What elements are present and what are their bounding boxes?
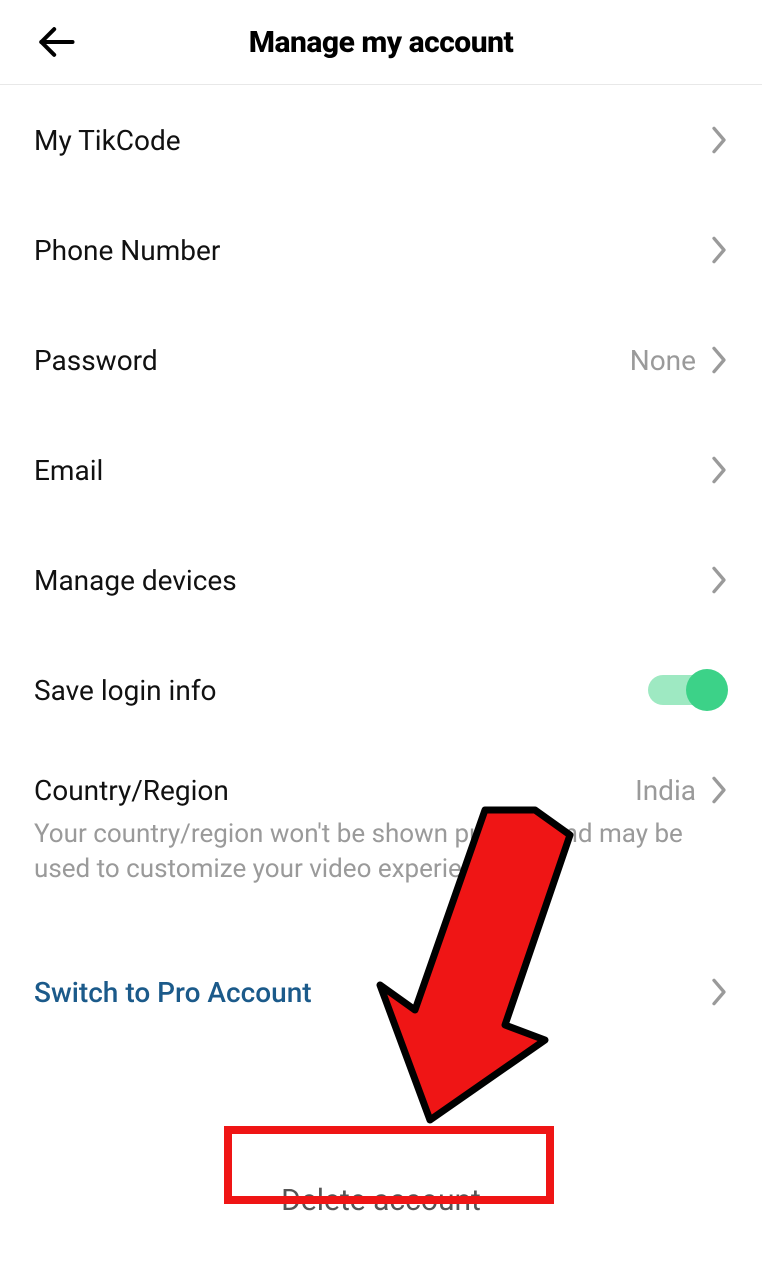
chevron-right-icon — [710, 775, 728, 805]
row-delete-account: Delete account — [34, 1167, 728, 1234]
country-subtext: Your country/region won't be shown publi… — [34, 817, 728, 897]
row-label: Phone Number — [34, 234, 220, 267]
chevron-right-icon — [710, 345, 728, 375]
row-value: None — [630, 344, 696, 377]
row-tikcode[interactable]: My TikCode — [34, 85, 728, 195]
row-password[interactable]: Password None — [34, 305, 728, 415]
toggle-thumb — [686, 669, 728, 711]
row-label: Manage devices — [34, 564, 237, 597]
row-value: India — [635, 774, 696, 807]
row-email[interactable]: Email — [34, 415, 728, 525]
chevron-right-icon — [710, 125, 728, 155]
row-label: Password — [34, 344, 158, 377]
page-title: Manage my account — [0, 25, 762, 60]
row-manage-devices[interactable]: Manage devices — [34, 525, 728, 635]
arrow-left-icon — [34, 20, 78, 64]
header: Manage my account — [0, 0, 762, 85]
row-phone-number[interactable]: Phone Number — [34, 195, 728, 305]
row-label: Country/Region — [34, 774, 229, 807]
settings-list: My TikCode Phone Number Password None Em… — [0, 85, 762, 1234]
chevron-right-icon — [710, 977, 728, 1007]
back-button[interactable] — [32, 18, 80, 66]
row-label: Email — [34, 454, 103, 487]
row-label: My TikCode — [34, 124, 181, 157]
row-label: Save login info — [34, 674, 217, 707]
delete-account-button[interactable]: Delete account — [251, 1167, 511, 1234]
chevron-right-icon — [710, 565, 728, 595]
chevron-right-icon — [710, 455, 728, 485]
save-login-toggle[interactable] — [648, 669, 728, 711]
chevron-right-icon — [710, 235, 728, 265]
row-label: Switch to Pro Account — [34, 976, 312, 1009]
row-save-login-info: Save login info — [34, 635, 728, 745]
row-switch-pro-account[interactable]: Switch to Pro Account — [34, 937, 728, 1047]
